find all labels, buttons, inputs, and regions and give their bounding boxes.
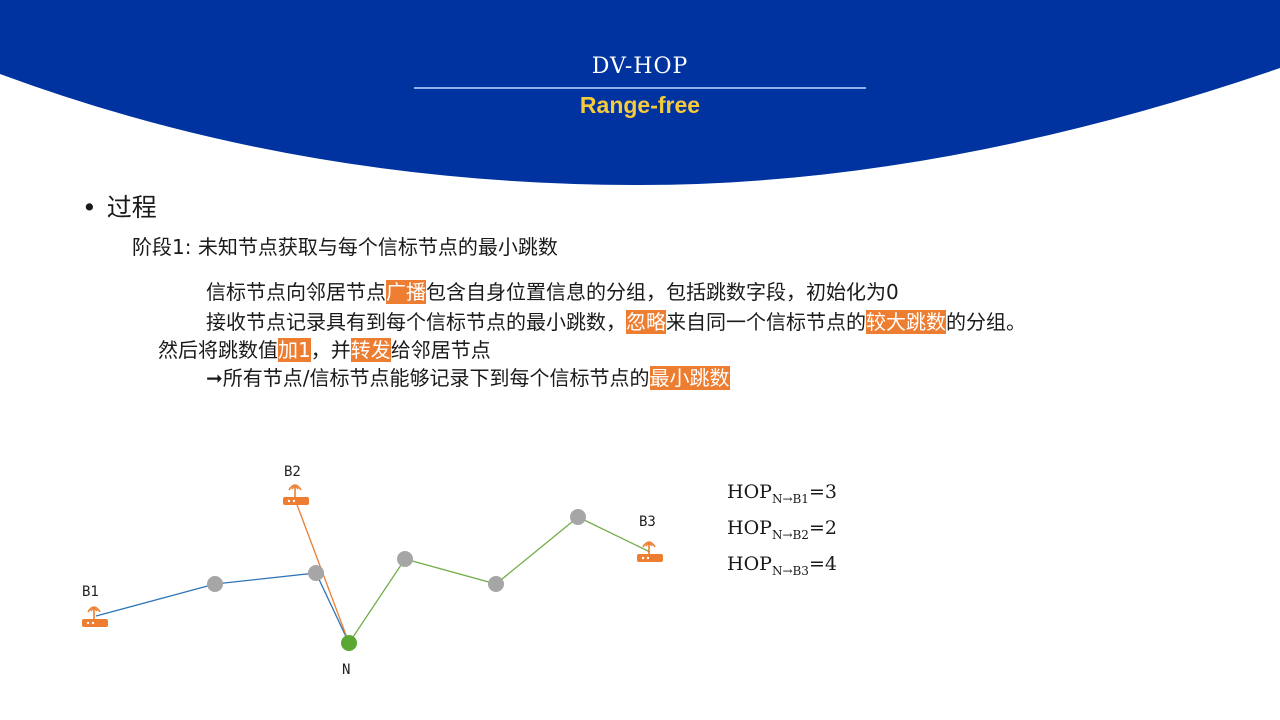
section-heading: • 过程 [82, 188, 157, 224]
hop-subscript: N→B2 [771, 527, 809, 542]
hop-count-item: HOPN→B3=4 [727, 550, 837, 586]
hop-value: =4 [808, 552, 837, 575]
beacon-label-b2: B2 [284, 464, 301, 480]
text-span: 来自同一个信标节点的 [666, 310, 866, 334]
text-span: 然后将跳数值 [158, 338, 278, 362]
highlight-broadcast: 广播 [386, 280, 426, 304]
title-divider [414, 87, 866, 89]
unknown-node [341, 635, 357, 651]
relay-node [308, 565, 324, 581]
section-heading-text: 过程 [106, 193, 157, 222]
beacon-label-b1: B1 [82, 584, 99, 600]
network-diagram: N B1 B2 B3 [82, 464, 663, 678]
hop-prefix: HOP [727, 552, 772, 575]
highlight-min-hops: 最小跳数 [649, 366, 730, 390]
relay-node [488, 576, 504, 592]
hop-value: =3 [808, 481, 837, 503]
relay-node [397, 551, 413, 567]
unknown-node-label: N [342, 662, 350, 678]
paragraph-receive: 接收节点记录具有到每个信标节点的最小跳数，忽略来自同一个信标节点的较大跳数的分组… [206, 306, 1026, 335]
hop-count-item: HOPN→B1=3 [727, 478, 837, 514]
highlight-plus-one: 加1 [278, 338, 311, 362]
beacon-label-b3: B3 [639, 514, 656, 530]
hop-prefix: HOP [727, 481, 772, 503]
highlight-larger-hops: 较大跳数 [866, 310, 946, 334]
paragraph-broadcast: 信标节点向邻居节点广播包含自身位置信息的分组，包括跳数字段，初始化为0 [206, 276, 899, 305]
text-span: ，并 [310, 338, 351, 362]
hop-count-list: HOPN→B1=3 HOPN→B2=2 HOPN→B3=4 [727, 478, 837, 585]
text-span: 给邻居节点 [390, 338, 491, 362]
router-icon [283, 484, 309, 505]
hop-subscript: N→B1 [771, 491, 809, 506]
text-span: ➞所有节点/信标节点能够记录下到每个信标节点的 [206, 366, 650, 390]
text-span: 接收节点记录具有到每个信标节点的最小跳数， [206, 310, 626, 334]
slide-title: DV-HOP [591, 54, 689, 79]
paragraph-forward: 然后将跳数值加1，并转发给邻居节点 [158, 334, 491, 363]
text-span: 包含自身位置信息的分组，包括跳数字段，初始化为0 [426, 280, 899, 304]
hop-value: =2 [808, 516, 837, 539]
highlight-ignore: 忽略 [626, 310, 666, 334]
stage-label: 阶段1: 未知节点获取与每个信标节点的最小跳数 [132, 235, 558, 259]
hop-count-item: HOPN→B2=2 [727, 514, 837, 550]
text-span: 信标节点向邻居节点 [206, 280, 386, 304]
text-span: 的分组。 [946, 310, 1026, 334]
highlight-forward: 转发 [350, 338, 391, 362]
hop-subscript: N→B3 [771, 563, 809, 578]
slide-subtitle: Range-free [579, 92, 701, 118]
relay-node [207, 576, 223, 592]
relay-node [570, 509, 586, 525]
router-icon [82, 606, 108, 627]
hop-prefix: HOP [727, 516, 772, 539]
bullet-dot: • [82, 193, 97, 222]
paragraph-result: ➞所有节点/信标节点能够记录下到每个信标节点的最小跳数 [206, 362, 730, 391]
